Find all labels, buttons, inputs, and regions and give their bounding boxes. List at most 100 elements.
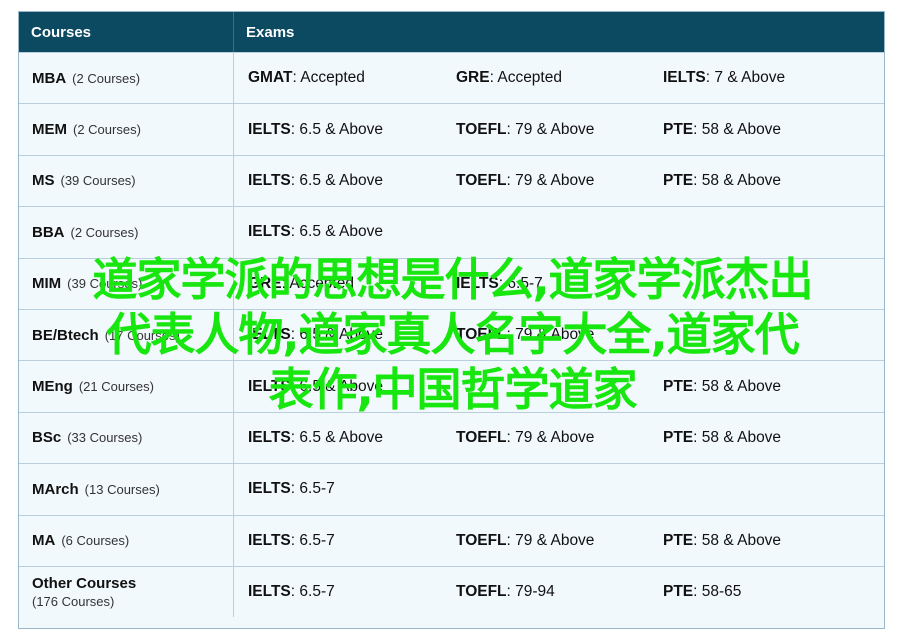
exam-requirement: PTE: 58 & Above xyxy=(649,121,849,139)
exam-requirement: TOEFL: 79 & Above xyxy=(442,121,649,139)
course-name[interactable]: Other Courses xyxy=(32,575,136,592)
exam-score: : 79 & Above xyxy=(506,531,595,549)
course-count: (6 Courses) xyxy=(61,533,130,549)
course-name[interactable]: BBA xyxy=(32,224,65,241)
exam-requirement: IELTS: 6.5-7 xyxy=(234,532,442,550)
table-row: MA (6 Courses) IELTS: 6.5-7 TOEFL: 79 & Abo… xyxy=(19,514,884,566)
header-courses: Courses xyxy=(19,12,234,52)
overlay-headline: 道家学派的思想是什么,道家学派杰出 代表人物,道家真人名字大全,道家代 表作,中… xyxy=(10,252,895,417)
course-count: (2 Courses) xyxy=(73,122,141,138)
header-exams: Exams xyxy=(246,23,295,41)
exam-score: : 79 & Above xyxy=(506,428,595,446)
exam-requirement: IELTS: 6.5 & Above xyxy=(234,121,442,139)
exams-cell: IELTS: 6.5-7 TOEFL: 79 & Above PTE: 58 & A… xyxy=(234,516,884,566)
course-cell: BBA (2 Courses) xyxy=(19,207,234,258)
exam-score: : 79 & Above xyxy=(506,120,595,138)
exams-cell: IELTS: 6.5-7 TOEFL: 79-94 PTE: 58-65 xyxy=(234,567,884,617)
exams-cell: IELTS: 6.5 & Above TOEFL: 79 & Above PTE: … xyxy=(234,413,884,463)
exams-cell: GMAT: Accepted GRE: Accepted IELTS: 7 & Ab… xyxy=(234,53,884,103)
exam-requirement: PTE: 58 & Above xyxy=(649,532,849,550)
exam-score: : Accepted xyxy=(489,69,562,87)
course-name[interactable]: MA xyxy=(32,532,55,549)
exam-score: : 58 & Above xyxy=(693,171,782,189)
exam-requirement: PTE: 58 & Above xyxy=(649,429,849,447)
course-cell: MArch (13 Courses) xyxy=(19,464,234,515)
course-cell: MS (39 Courses) xyxy=(19,155,234,207)
course-count: (2 Courses) xyxy=(72,70,141,86)
exam-requirement: GMAT: Accepted xyxy=(234,69,442,87)
table-row: MBA (2 Courses) GMAT: Accepted GRE: Accepte… xyxy=(19,52,884,104)
exam-name: TOEFL xyxy=(456,428,507,446)
exam-score: : 79-94 xyxy=(506,583,555,601)
exam-name: PTE xyxy=(663,531,694,549)
course-name[interactable]: MS xyxy=(32,172,55,189)
exams-cell: IELTS: 6.5 & Above TOEFL: 79 & Above PTE: … xyxy=(234,104,884,154)
course-cell: MEM (2 Courses) xyxy=(19,104,234,155)
course-name[interactable]: MEM xyxy=(32,121,67,138)
exam-name: IELTS xyxy=(248,120,291,138)
table-row: MArch (13 Courses) IELTS: 6.5-7 xyxy=(19,463,884,515)
course-count: (33 Courses) xyxy=(67,430,143,446)
exam-score: : 58 & Above xyxy=(693,531,782,549)
exam-name: IELTS xyxy=(248,171,291,189)
exam-score: : 7 & Above xyxy=(705,69,786,87)
table-row: BSc (33 Courses) IELTS: 6.5 & Above TOEFL: … xyxy=(19,411,884,464)
exam-name: PTE xyxy=(663,428,694,446)
exams-cell: IELTS: 6.5 & Above xyxy=(234,207,884,257)
exam-score: : 6.5 & Above xyxy=(290,223,383,241)
exam-requirement: GRE: Accepted xyxy=(442,69,649,87)
exam-score: : 6.5 & Above xyxy=(290,120,383,138)
exam-name: PTE xyxy=(663,120,694,138)
course-count: (176 Courses) xyxy=(32,594,115,610)
course-cell: MBA (2 Courses) xyxy=(19,53,234,104)
exam-name: TOEFL xyxy=(456,531,507,549)
exam-requirement: TOEFL: 79 & Above xyxy=(442,172,649,190)
exam-requirement: IELTS: 6.5-7 xyxy=(234,480,442,498)
exam-name: PTE xyxy=(663,583,694,601)
exam-requirement: IELTS: 6.5 & Above xyxy=(234,172,442,190)
overlay-line-3: 表作,中国哲学道家 xyxy=(268,363,637,416)
table-row: Other Courses (176 Courses) IELTS: 6.5-7 TO… xyxy=(19,565,884,618)
exams-cell: IELTS: 6.5-7 xyxy=(234,464,884,514)
exam-requirement: TOEFL: 79 & Above xyxy=(442,429,649,447)
exam-score: : 6.5-7 xyxy=(290,480,335,498)
exam-requirement: TOEFL: 79 & Above xyxy=(442,532,649,550)
exam-name: TOEFL xyxy=(456,583,507,601)
exam-score: : 58 & Above xyxy=(693,428,782,446)
exams-cell: IELTS: 6.5 & Above TOEFL: 79 & Above PTE: … xyxy=(234,156,884,206)
overlay-line-1: 道家学派的思想是什么,道家学派杰出 xyxy=(92,253,813,306)
exam-name: IELTS xyxy=(248,428,291,446)
exam-score: : 58-65 xyxy=(693,583,742,601)
exam-requirement: TOEFL: 79-94 xyxy=(442,583,649,601)
exam-score: : 58 & Above xyxy=(693,120,782,138)
course-count: (2 Courses) xyxy=(70,224,139,240)
exam-score: : Accepted xyxy=(292,69,365,87)
exam-name: IELTS xyxy=(248,480,291,498)
course-name[interactable]: MBA xyxy=(32,70,66,87)
course-count: (39 Courses) xyxy=(60,173,136,189)
course-count: (13 Courses) xyxy=(84,481,160,497)
exam-name: IELTS xyxy=(248,531,291,549)
course-cell: MA (6 Courses) xyxy=(19,515,234,566)
course-name[interactable]: MArch xyxy=(32,481,79,498)
exam-requirement: PTE: 58 & Above xyxy=(649,172,849,190)
exam-requirement: IELTS: 6.5 & Above xyxy=(234,429,442,447)
table-row: MEM (2 Courses) IELTS: 6.5 & Above TOEFL: 7… xyxy=(19,103,884,155)
exam-score: : 6.5-7 xyxy=(290,531,335,549)
course-cell: Other Courses (176 Courses) xyxy=(19,566,234,618)
exam-requirement: PTE: 58-65 xyxy=(649,583,849,601)
course-name[interactable]: BSc xyxy=(32,429,61,446)
exam-name: GRE xyxy=(456,69,490,87)
table-row: BBA (2 Courses) IELTS: 6.5 & Above xyxy=(19,206,884,258)
exam-name: GMAT xyxy=(248,69,293,87)
exam-score: : 79 & Above xyxy=(506,171,595,189)
exam-score: : 6.5 & Above xyxy=(290,171,383,189)
exam-requirement: IELTS: 7 & Above xyxy=(649,69,849,87)
exam-score: : 6.5-7 xyxy=(290,583,335,601)
table-header: Courses Exams xyxy=(19,12,884,52)
overlay-line-2: 代表人物,道家真人名字大全,道家代 xyxy=(106,308,799,361)
exam-name: PTE xyxy=(663,171,694,189)
exam-name: IELTS xyxy=(248,583,291,601)
exam-name: TOEFL xyxy=(456,120,507,138)
course-cell: BSc (33 Courses) xyxy=(19,412,234,464)
